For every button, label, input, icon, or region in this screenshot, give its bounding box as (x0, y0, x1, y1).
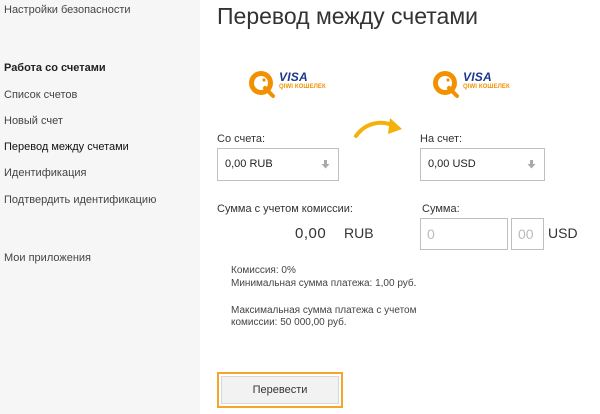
sidebar: Настройки безопасности Работа со счетами… (0, 0, 200, 414)
sidebar-item-account-list[interactable]: Список счетов (4, 89, 77, 101)
arrow-right-icon (354, 118, 402, 138)
commission-info: Комиссия: 0% (231, 265, 296, 276)
qiwi-wallet-text: QIWI КОШЕЛЕК (463, 84, 510, 90)
to-account-label: На счет: (420, 133, 463, 145)
sidebar-item-identification[interactable]: Идентификация (4, 167, 86, 179)
qiwi-wallet-text: QIWI КОШЕЛЕК (279, 84, 326, 90)
page-title: Перевод между счетами (217, 3, 478, 29)
sidebar-item-confirm-identification[interactable]: Подтвердить идентификацию (4, 194, 156, 206)
fee-sum-amount: 0,00 (295, 225, 327, 242)
sum-whole-input[interactable]: 0 (420, 218, 508, 250)
fee-sum-currency: RUB (344, 225, 374, 241)
to-account-select[interactable]: 0,00 USD (420, 148, 545, 181)
max-payment-info: Максимальная сумма платежа с учетом коми… (231, 305, 417, 328)
min-payment-info: Минимальная сумма платежа: 1,00 руб. (231, 278, 417, 289)
from-account-label: Со счета: (217, 133, 266, 145)
sum-cents-input[interactable]: 00 (511, 218, 544, 250)
visa-brand-text: VISA (279, 70, 308, 84)
transfer-button[interactable]: Перевести (221, 376, 339, 404)
sidebar-item-security-settings[interactable]: Настройки безопасности (4, 4, 131, 16)
caret-down-icon (321, 160, 330, 169)
from-wallet-logo: VISA QIWI КОШЕЛЕК (245, 66, 345, 100)
from-account-value: 0,00 RUB (225, 158, 273, 170)
sum-label: Сумма: (422, 203, 460, 215)
visa-brand-text: VISA (463, 70, 492, 84)
to-wallet-logo: VISA QIWI КОШЕЛЕК (429, 66, 529, 100)
fee-sum-label: Сумма с учетом комиссии: (217, 203, 353, 215)
sidebar-item-my-apps[interactable]: Мои приложения (4, 252, 91, 264)
sidebar-item-transfer[interactable]: Перевод между счетами (4, 141, 129, 153)
submit-highlight: Перевести (217, 372, 343, 408)
sidebar-section-accounts: Работа со счетами (4, 62, 106, 74)
to-account-value: 0,00 USD (428, 158, 476, 170)
main-panel: Перевод между счетами VISA QIWI КОШЕЛЕК … (200, 0, 600, 414)
caret-down-icon (527, 160, 536, 169)
sidebar-item-new-account[interactable]: Новый счет (4, 115, 63, 127)
from-account-select[interactable]: 0,00 RUB (217, 148, 339, 181)
sum-currency: USD (548, 225, 578, 241)
